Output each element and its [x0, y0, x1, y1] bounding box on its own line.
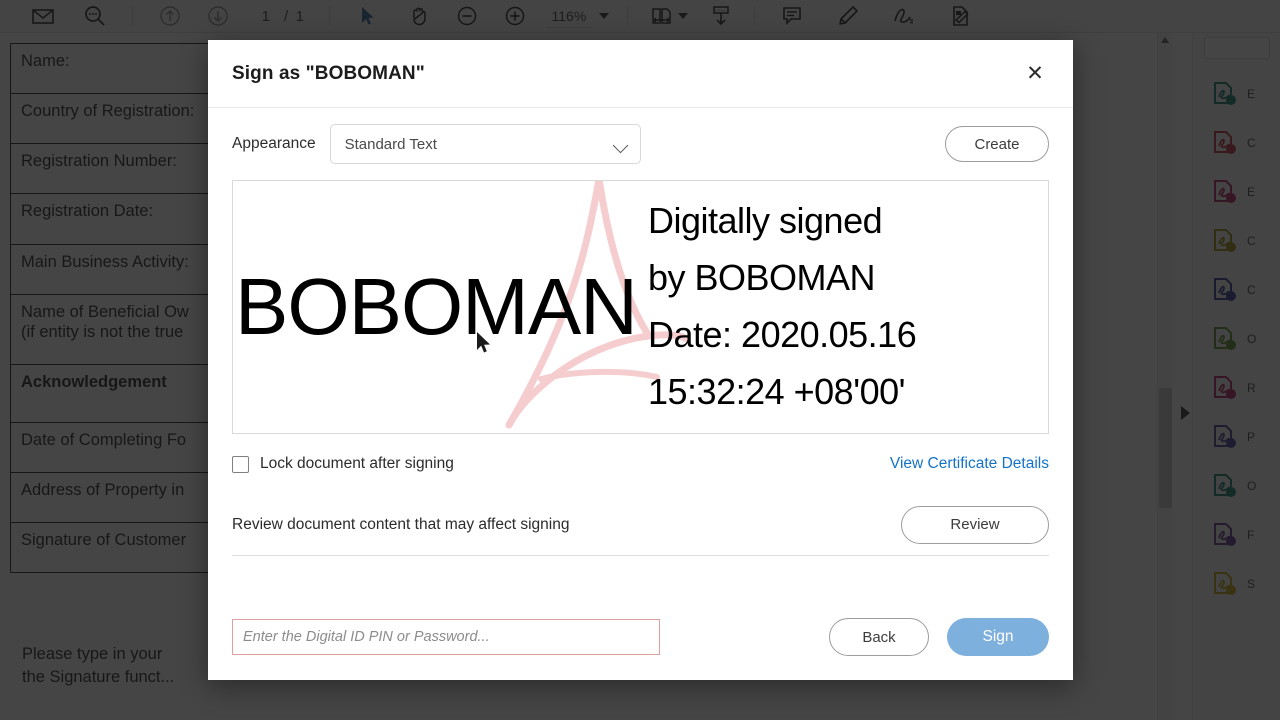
review-description: Review document content that may affect … [232, 515, 570, 533]
appearance-select[interactable]: Standard Text [329, 124, 641, 164]
checkbox-box-icon [232, 455, 249, 473]
back-button[interactable]: Back [829, 618, 929, 656]
dialog-footer: Back Sign [208, 594, 1073, 680]
close-icon[interactable]: ✕ [1021, 60, 1049, 88]
signature-name-block: BOBOMAN [233, 181, 648, 433]
signature-detail-line: 15:32:24 +08'00' [648, 370, 906, 412]
appearance-label: Appearance [232, 135, 316, 152]
signature-detail-line: Date: 2020.05.16 [648, 314, 917, 355]
dialog-body: Appearance Standard Text Create BOBOMAN … [208, 108, 1073, 594]
dialog-title: Sign as "BOBOMAN" [232, 62, 425, 84]
lock-document-row: Lock document after signing View Certifi… [232, 434, 1049, 494]
view-certificate-details-link[interactable]: View Certificate Details [890, 455, 1049, 473]
sign-as-dialog: Sign as "BOBOMAN" ✕ Appearance Standard … [208, 40, 1073, 680]
signature-name: BOBOMAN [235, 261, 638, 351]
signature-details-block: Digitally signed by BOBOMAN Date: 2020.05.… [648, 181, 1048, 433]
signature-detail-line: Digitally signed [648, 200, 883, 242]
dialog-header: Sign as "BOBOMAN" ✕ [208, 40, 1073, 108]
mouse-cursor-icon [477, 332, 490, 353]
appearance-select-value: Standard Text [344, 135, 437, 153]
chevron-down-icon [612, 137, 628, 154]
lock-document-checkbox[interactable]: Lock document after signing [232, 455, 454, 473]
appearance-row: Appearance Standard Text Create [232, 108, 1049, 180]
sign-button[interactable]: Sign [947, 618, 1049, 656]
review-row: Review document content that may affect … [232, 494, 1049, 556]
create-button[interactable]: Create [945, 126, 1049, 162]
lock-document-label: Lock document after signing [260, 455, 454, 472]
pin-password-input[interactable] [232, 619, 660, 655]
signature-preview[interactable]: BOBOMAN Digitally signed by BOBOMAN Date: … [232, 180, 1049, 434]
review-button[interactable]: Review [901, 505, 1049, 544]
signature-detail-line: by BOBOMAN [648, 257, 876, 299]
